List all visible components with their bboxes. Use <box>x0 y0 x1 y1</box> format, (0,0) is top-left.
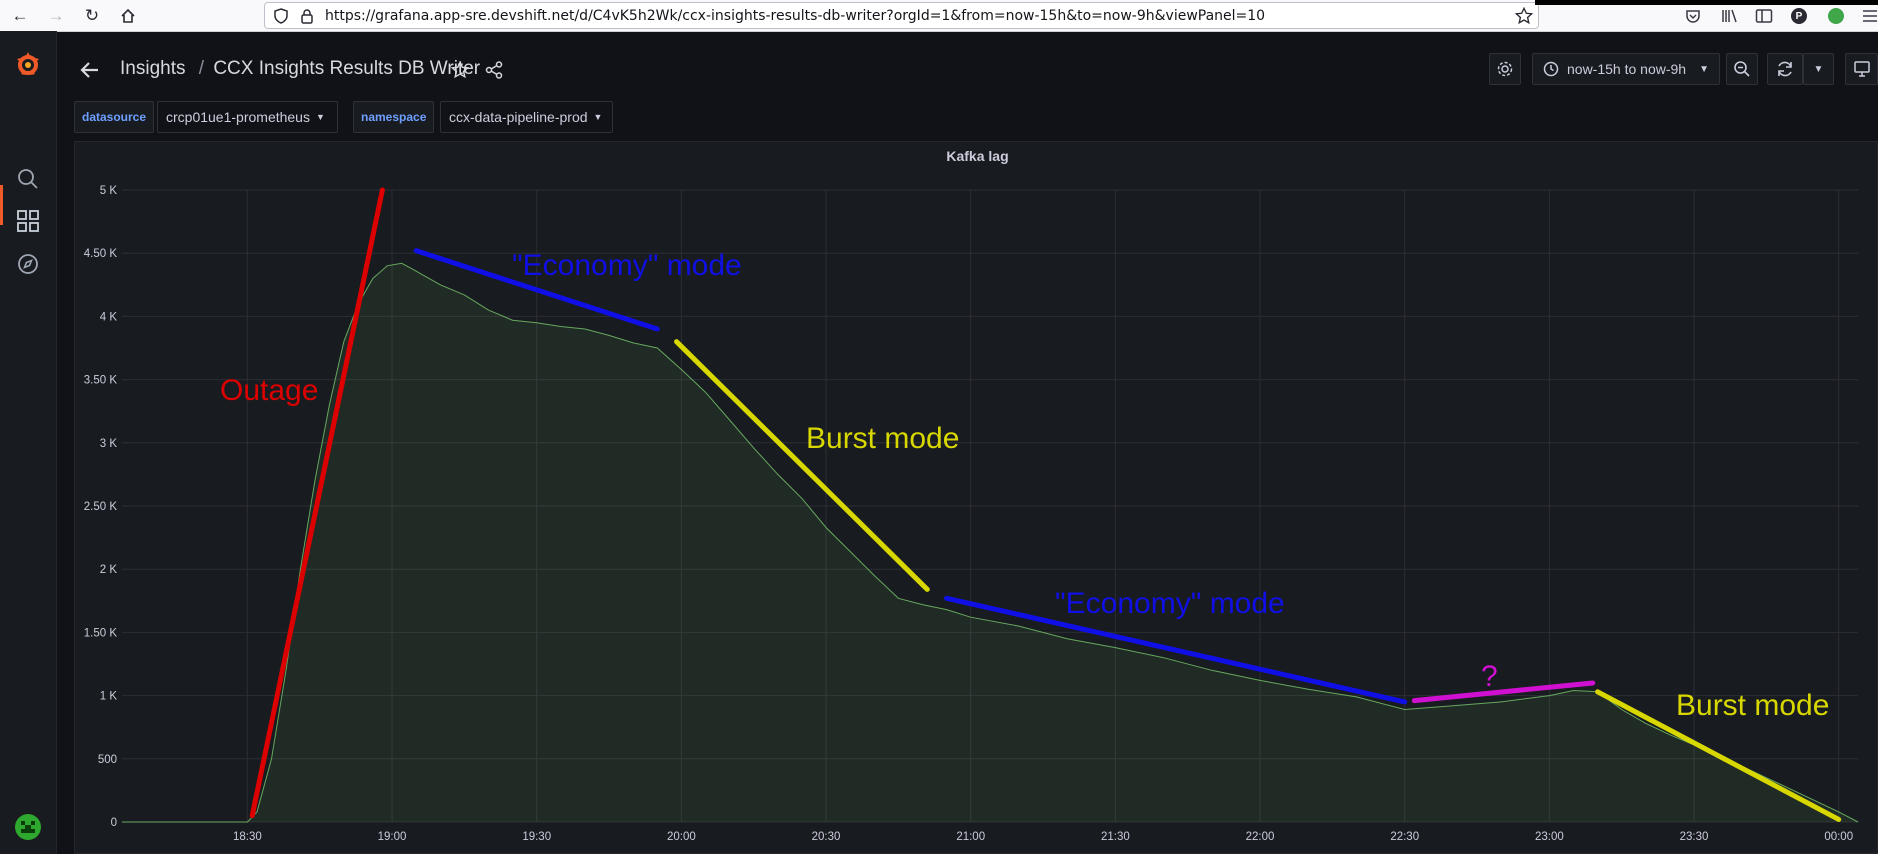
annotation-label: "Economy" mode <box>512 249 742 282</box>
annotation-label: "Economy" mode <box>1055 587 1285 620</box>
annotation-label: Burst mode <box>1676 689 1829 722</box>
y-tick-label: 4 K <box>100 311 118 323</box>
y-tick-label: 2.50 K <box>84 501 118 513</box>
x-tick-label: 21:30 <box>1101 831 1130 843</box>
y-tick-label: 0 <box>111 817 117 829</box>
y-tick-label: 3.50 K <box>84 375 118 387</box>
x-tick-label: 19:30 <box>522 831 551 843</box>
y-tick-label: 5 K <box>100 185 118 197</box>
annotation-label: Outage <box>220 374 318 407</box>
x-tick-label: 18:30 <box>233 831 262 843</box>
series <box>122 262 1859 823</box>
annotation-label: Burst mode <box>806 422 959 455</box>
x-tick-label: 23:30 <box>1680 831 1709 843</box>
y-tick-label: 2 K <box>100 564 118 576</box>
kafka-lag-chart[interactable]: 0 500 1 K 1.50 K 2 K 2.50 K 3 K 3.50 K 4 K 4.50 K… <box>0 0 1878 854</box>
x-tick-label: 19:00 <box>378 831 407 843</box>
y-tick-label: 500 <box>98 754 117 766</box>
y-tick-label: 1 K <box>100 691 118 703</box>
x-tick-label: 20:00 <box>667 831 696 843</box>
y-tick-label: 4.50 K <box>84 248 118 260</box>
x-tick-label: 22:00 <box>1246 831 1275 843</box>
x-tick-label: 22:30 <box>1390 831 1419 843</box>
y-tick-label: 3 K <box>100 438 118 450</box>
y-tick-label: 1.50 K <box>84 627 118 639</box>
annotation-label: ? <box>1481 660 1498 693</box>
series-area <box>122 263 1858 822</box>
x-tick-label: 20:30 <box>812 831 841 843</box>
x-tick-label: 23:00 <box>1535 831 1564 843</box>
x-tick-label: 00:00 <box>1824 831 1853 843</box>
x-tick-label: 21:00 <box>956 831 985 843</box>
